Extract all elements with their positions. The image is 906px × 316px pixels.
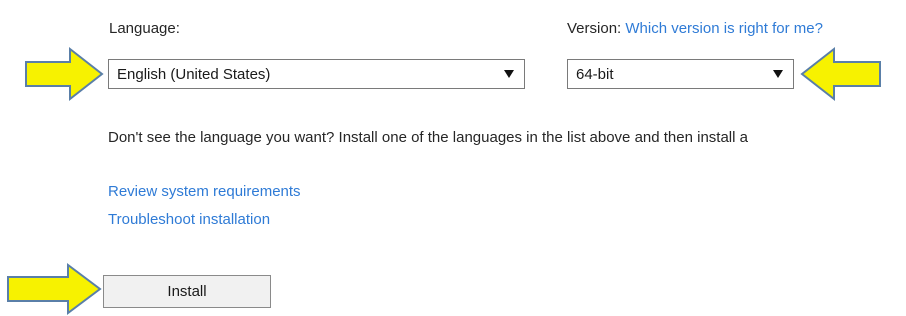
chevron-down-icon <box>500 70 518 78</box>
arrow-right-icon <box>6 262 104 316</box>
language-select[interactable]: English (United States) <box>108 59 525 89</box>
version-help-link[interactable]: Which version is right for me? <box>625 20 823 37</box>
version-header: Version: Which version is right for me? <box>567 20 823 37</box>
version-select-value: 64-bit <box>576 65 614 83</box>
language-label: Language: <box>109 20 180 37</box>
language-select-value: English (United States) <box>117 65 271 83</box>
language-notice: Don't see the language you want? Install… <box>108 129 748 146</box>
troubleshoot-link[interactable]: Troubleshoot installation <box>108 211 270 228</box>
arrow-left-icon <box>800 46 882 102</box>
version-label: Version: <box>567 20 622 37</box>
version-select[interactable]: 64-bit <box>567 59 794 89</box>
review-requirements-link[interactable]: Review system requirements <box>108 183 301 200</box>
arrow-right-icon <box>24 46 104 102</box>
install-button[interactable]: Install <box>103 275 271 308</box>
chevron-down-icon <box>769 70 787 78</box>
